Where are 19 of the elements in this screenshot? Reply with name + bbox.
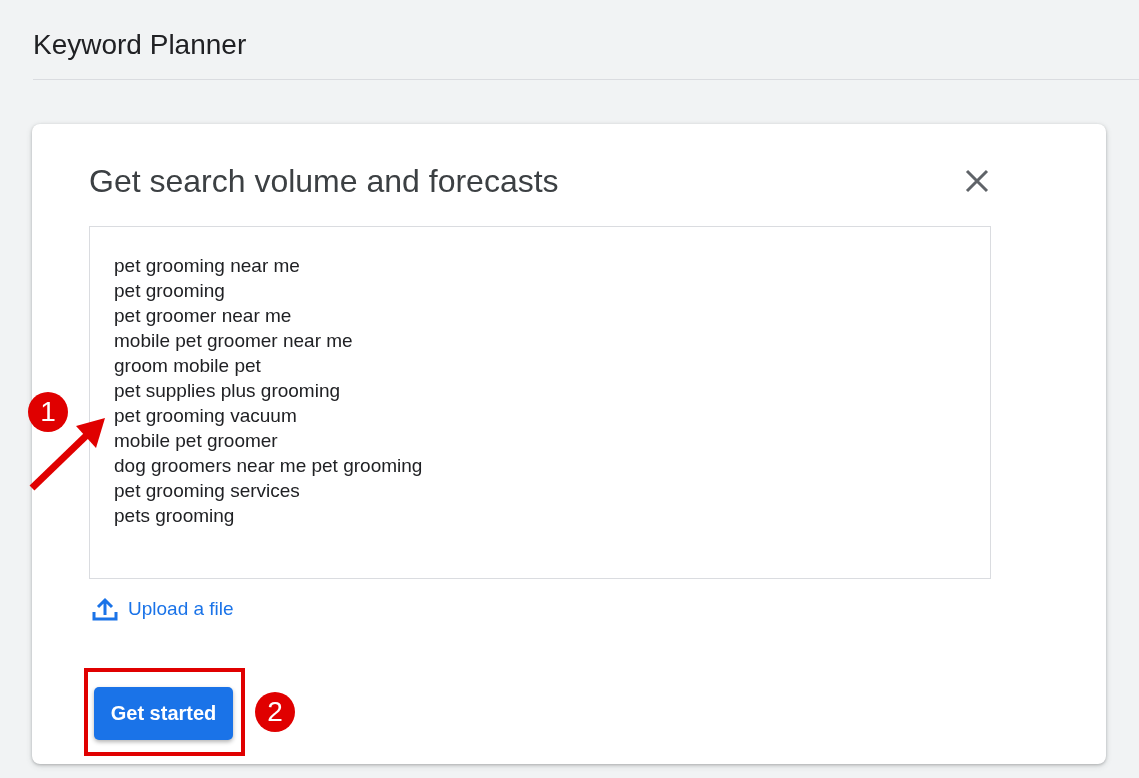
keyword-line: groom mobile pet bbox=[114, 354, 261, 378]
keyword-line: pet groomer near me bbox=[114, 304, 292, 328]
keyword-line: dog groomers near me pet grooming bbox=[114, 454, 423, 478]
page-title: Keyword Planner bbox=[33, 28, 247, 62]
keyword-line: pet grooming services bbox=[114, 479, 300, 503]
upload-link[interactable]: Upload a file bbox=[128, 597, 234, 621]
dialog-title: Get search volume and forecasts bbox=[89, 162, 559, 201]
keyword-line: mobile pet groomer near me bbox=[114, 329, 353, 353]
upload-icon bbox=[92, 597, 118, 621]
close-button[interactable] bbox=[963, 167, 991, 195]
get-started-button[interactable]: Get started bbox=[94, 687, 233, 740]
keyword-line: pet grooming bbox=[114, 279, 225, 303]
keyword-line: pet grooming vacuum bbox=[114, 404, 297, 428]
keyword-line: mobile pet groomer bbox=[114, 429, 278, 453]
keyword-line: pet grooming near me bbox=[114, 254, 300, 278]
keyword-input-field[interactable] bbox=[89, 226, 991, 579]
keyword-line: pets grooming bbox=[114, 504, 235, 528]
keyword-line: pet supplies plus grooming bbox=[114, 379, 341, 403]
close-icon bbox=[963, 167, 991, 195]
